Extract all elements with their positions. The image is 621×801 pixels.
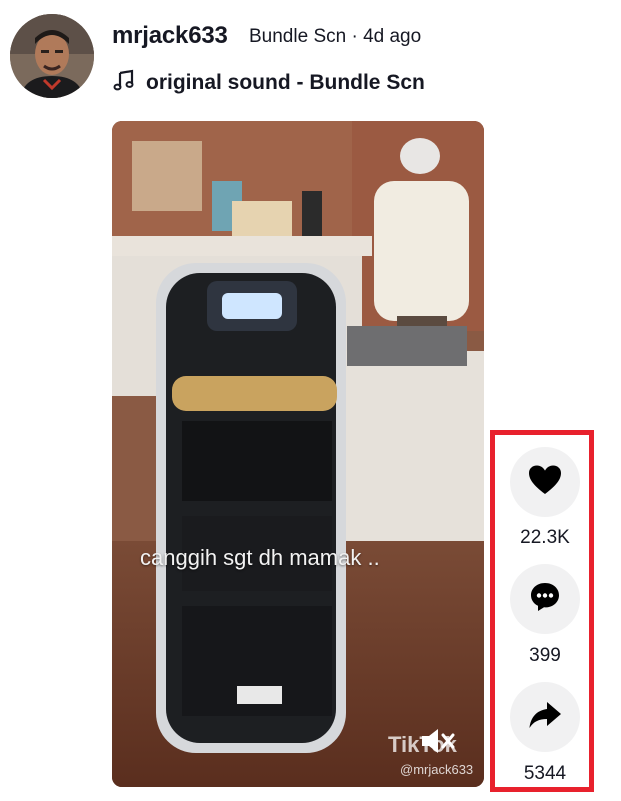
music-link[interactable]: original sound - Bundle Scn xyxy=(112,68,425,97)
heart-icon xyxy=(527,464,563,501)
comment-count: 399 xyxy=(529,645,561,666)
share-button[interactable] xyxy=(510,682,580,752)
author-username[interactable]: mrjack633 xyxy=(112,22,228,50)
share-icon xyxy=(528,700,562,735)
avatar[interactable] xyxy=(10,14,94,98)
like-button[interactable] xyxy=(510,447,580,517)
music-note-icon xyxy=(112,68,136,97)
music-label: original sound - Bundle Scn xyxy=(146,70,425,94)
meta-separator: · xyxy=(351,26,358,47)
mute-icon[interactable] xyxy=(420,726,456,756)
video-player[interactable] xyxy=(112,121,484,787)
like-count: 22.3K xyxy=(520,527,570,548)
comment-button[interactable] xyxy=(510,564,580,634)
video-caption: canggih sgt dh mamak .. xyxy=(140,545,380,570)
share-count: 5344 xyxy=(523,763,567,784)
author-meta: Bundle Scn · 4d ago xyxy=(249,26,421,48)
comment-icon xyxy=(528,580,562,619)
author-display-name[interactable]: Bundle Scn xyxy=(249,26,346,47)
watermark-handle: @mrjack633 xyxy=(400,762,474,777)
post-time: 4d ago xyxy=(363,26,422,47)
